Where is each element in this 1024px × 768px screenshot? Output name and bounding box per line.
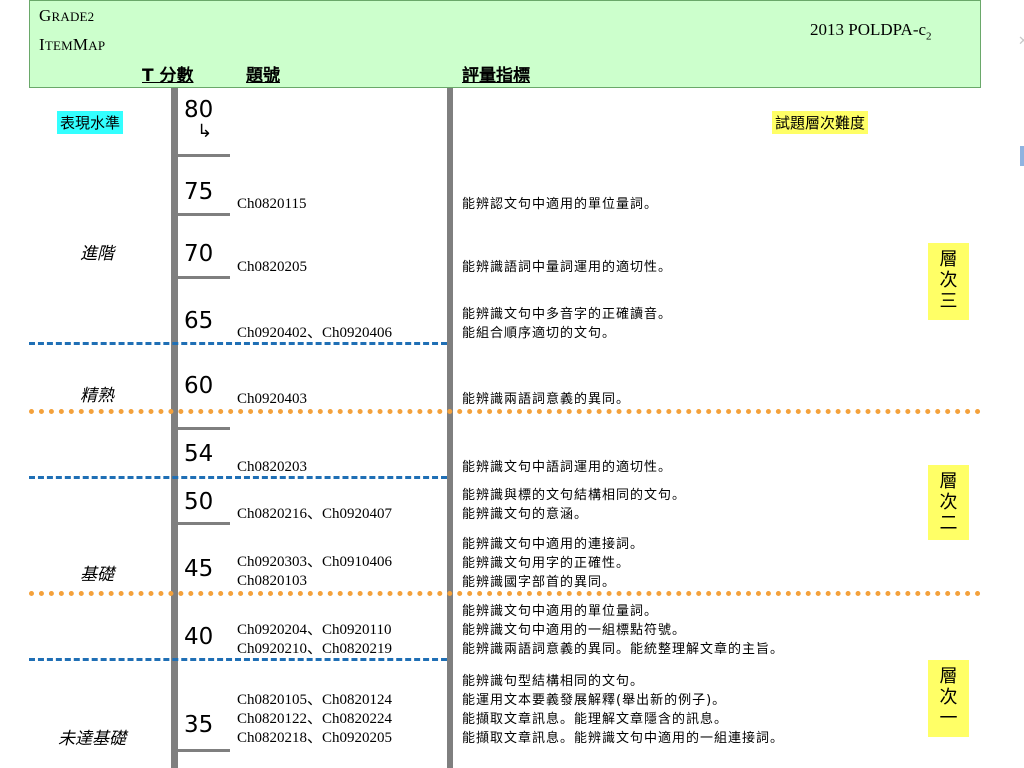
indicators-35: 能辨識句型結構相同的文句。 能運用文本要義發展解釋(舉出新的例子)。 能擷取文章訊息… [462,674,785,746]
level-advanced: 進階 [80,244,114,264]
indicators-65: 能辨識文句中多音字的正確讀音。 能組合順序適切的文句。 [462,307,673,341]
indicators-40: 能辨識文句中適用的單位量詞。 能辨識文句中適用的一組標點符號。 能辨識兩語詞意義的異… [462,604,785,657]
score-70: 70 [184,241,214,267]
itemmap-title: ITEMMAP [39,35,106,54]
item-codes-54: Ch0820203 [237,459,308,475]
level-proficient: 精熟 [80,386,114,406]
item-codes-70: Ch0820205 [237,259,308,275]
score-80: 80 [184,97,214,123]
score-75: 75 [184,179,214,205]
col-header-indicator: 評量指標 [462,66,530,86]
score-54: 54 [184,441,214,467]
col-header-item: 題號 [246,66,280,86]
score-40: 40 [184,624,214,650]
score-tick [178,749,230,752]
score-axis-bar [171,88,178,768]
score-60: 60 [184,373,214,399]
edge-marker [1020,146,1024,166]
item-codes-40: Ch0920204、Ch0920110 Ch0920210、Ch0820219 [237,622,393,657]
grade-title: GRADE2 [39,6,95,25]
score-45: 45 [184,556,214,582]
item-codes-50: Ch0820216、Ch0920407 [237,506,393,522]
item-codes-35: Ch0820105、Ch0820124 Ch0820122、Ch0820224 Ch… [237,692,393,746]
tier-2-badge: 層次二 [928,465,969,540]
tier-boundary-lower [29,591,981,596]
performance-level-label: 表現水準 [57,111,124,134]
document-code: 2013 POLDPA-c2 [810,20,932,43]
score-tick [178,213,230,216]
indicators-75: 能辨認文句中適用的單位量詞。 [462,197,659,212]
tier-3-badge: 層次三 [928,243,969,320]
indicators-50: 能辨識與標的文句結構相同的文句。 能辨識文句的意涵。 [462,488,687,522]
level-boundary-basic [29,658,447,661]
score-35: 35 [184,712,214,738]
difficulty-label: 試題層次難度 [772,111,869,134]
item-codes-45: Ch0920303、Ch0910406 Ch0820103 [237,554,393,589]
indicators-70: 能辨識語詞中量詞運用的適切性。 [462,260,673,275]
level-boundary-advanced [29,342,447,345]
col-header-score: T 分數 [142,66,194,86]
column-divider [447,88,453,768]
score-65: 65 [184,308,214,334]
indicators-45: 能辨識文句中適用的連接詞。 能辨識文句用字的正確性。 能辨識國字部首的異同。 [462,537,645,590]
level-basic: 基礎 [80,565,114,585]
level-below-basic: 未達基礎 [58,729,126,749]
item-codes-65: Ch0920402、Ch0920406 [237,325,393,341]
tier-1-badge: 層次一 [928,660,969,737]
indicators-60: 能辨識兩語詞意義的異同。 [462,392,631,407]
edge-artifact: ✕ [1018,34,1024,46]
score-tick [178,427,230,430]
item-codes-60: Ch0920403 [237,391,308,407]
score-tick [178,276,230,279]
level-boundary-proficient [29,476,447,479]
score-tick [178,154,230,157]
arrow-down-icon: ↳ [197,121,213,142]
indicators-54: 能辨識文句中語詞運用的適切性。 [462,460,673,475]
score-50: 50 [184,489,214,515]
item-codes-75: Ch0820115 [237,196,307,212]
tier-boundary-upper [29,409,981,414]
score-tick [178,522,230,525]
